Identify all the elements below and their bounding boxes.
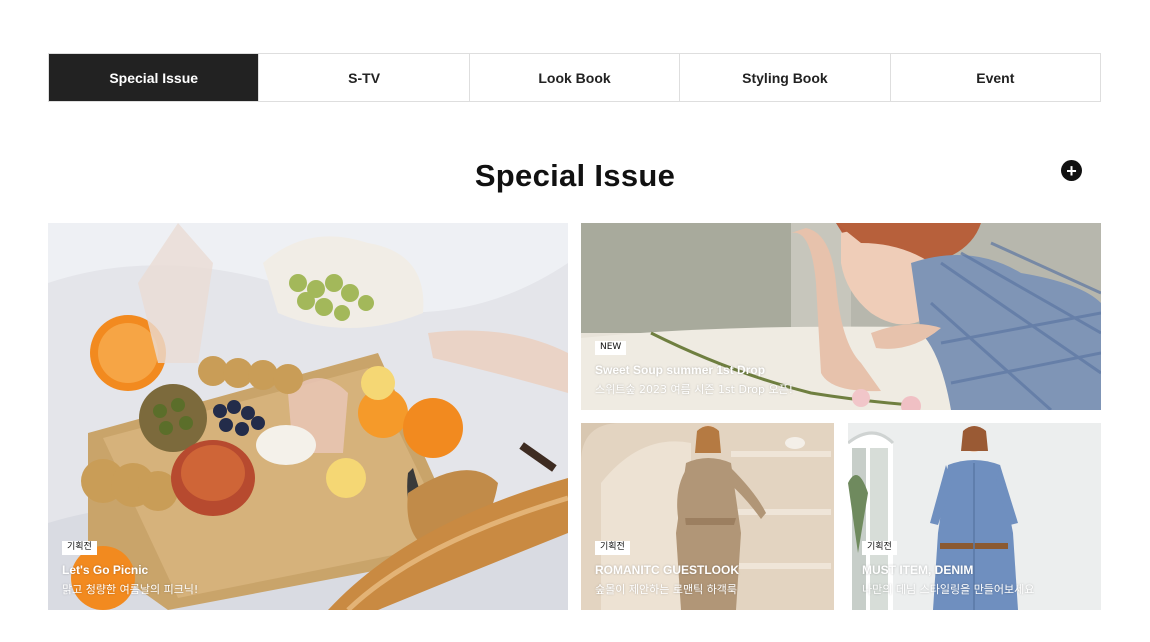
card-title: MUST ITEM, DENIM: [862, 563, 974, 577]
plus-circle-icon[interactable]: +: [1061, 160, 1082, 181]
card-meta: 기획전 ROMANITC GUESTLOOK 숲몰이 제안하는 로맨틱 하객룩: [595, 536, 739, 597]
tab-look-book[interactable]: Look Book: [468, 54, 680, 101]
category-tabs: Special Issue S-TV Look Book Styling Boo…: [48, 53, 1101, 102]
card-description: 스위트숲 2023 여름 시즌 1st Drop 오픈!: [595, 383, 794, 396]
tab-event[interactable]: Event: [889, 54, 1101, 101]
card-romantic-guestlook[interactable]: 기획전 ROMANITC GUESTLOOK 숲몰이 제안하는 로맨틱 하객룩: [581, 423, 834, 610]
tab-styling-book[interactable]: Styling Book: [679, 54, 890, 101]
card-meta: NEW Sweet Soup summer 1st Drop 스위트숲 2023…: [595, 336, 793, 397]
card-title: ROMANITC GUESTLOOK: [595, 563, 739, 577]
card-must-item-denim[interactable]: 기획전 MUST ITEM, DENIM 나만의 데님 스타일링을 만들어보세요: [848, 423, 1101, 610]
card-lets-go-picnic[interactable]: 기획전 Let's Go Picnic 맑고 청량한 여름날의 피크닉!: [48, 223, 568, 610]
card-meta: 기획전 Let's Go Picnic 맑고 청량한 여름날의 피크닉!: [62, 536, 198, 597]
card-badge: 기획전: [595, 541, 630, 555]
section-title: Special Issue: [474, 158, 676, 193]
card-sweet-soup-summer[interactable]: NEW Sweet Soup summer 1st Drop 스위트숲 2023…: [581, 223, 1101, 410]
card-title: Let's Go Picnic: [62, 563, 149, 577]
card-badge: 기획전: [62, 541, 97, 555]
card-title: Sweet Soup summer 1st Drop: [595, 363, 766, 377]
card-badge: NEW: [595, 341, 627, 355]
card-description: 맑고 청량한 여름날의 피크닉!: [62, 583, 199, 596]
card-description: 숲몰이 제안하는 로맨틱 하객룩: [595, 583, 738, 596]
card-badge: 기획전: [862, 541, 897, 555]
card-description: 나만의 데님 스타일링을 만들어보세요: [862, 583, 1035, 596]
tab-special-issue[interactable]: Special Issue: [49, 54, 259, 101]
card-meta: 기획전 MUST ITEM, DENIM 나만의 데님 스타일링을 만들어보세요: [862, 536, 1034, 597]
tab-s-tv[interactable]: S-TV: [258, 54, 469, 101]
